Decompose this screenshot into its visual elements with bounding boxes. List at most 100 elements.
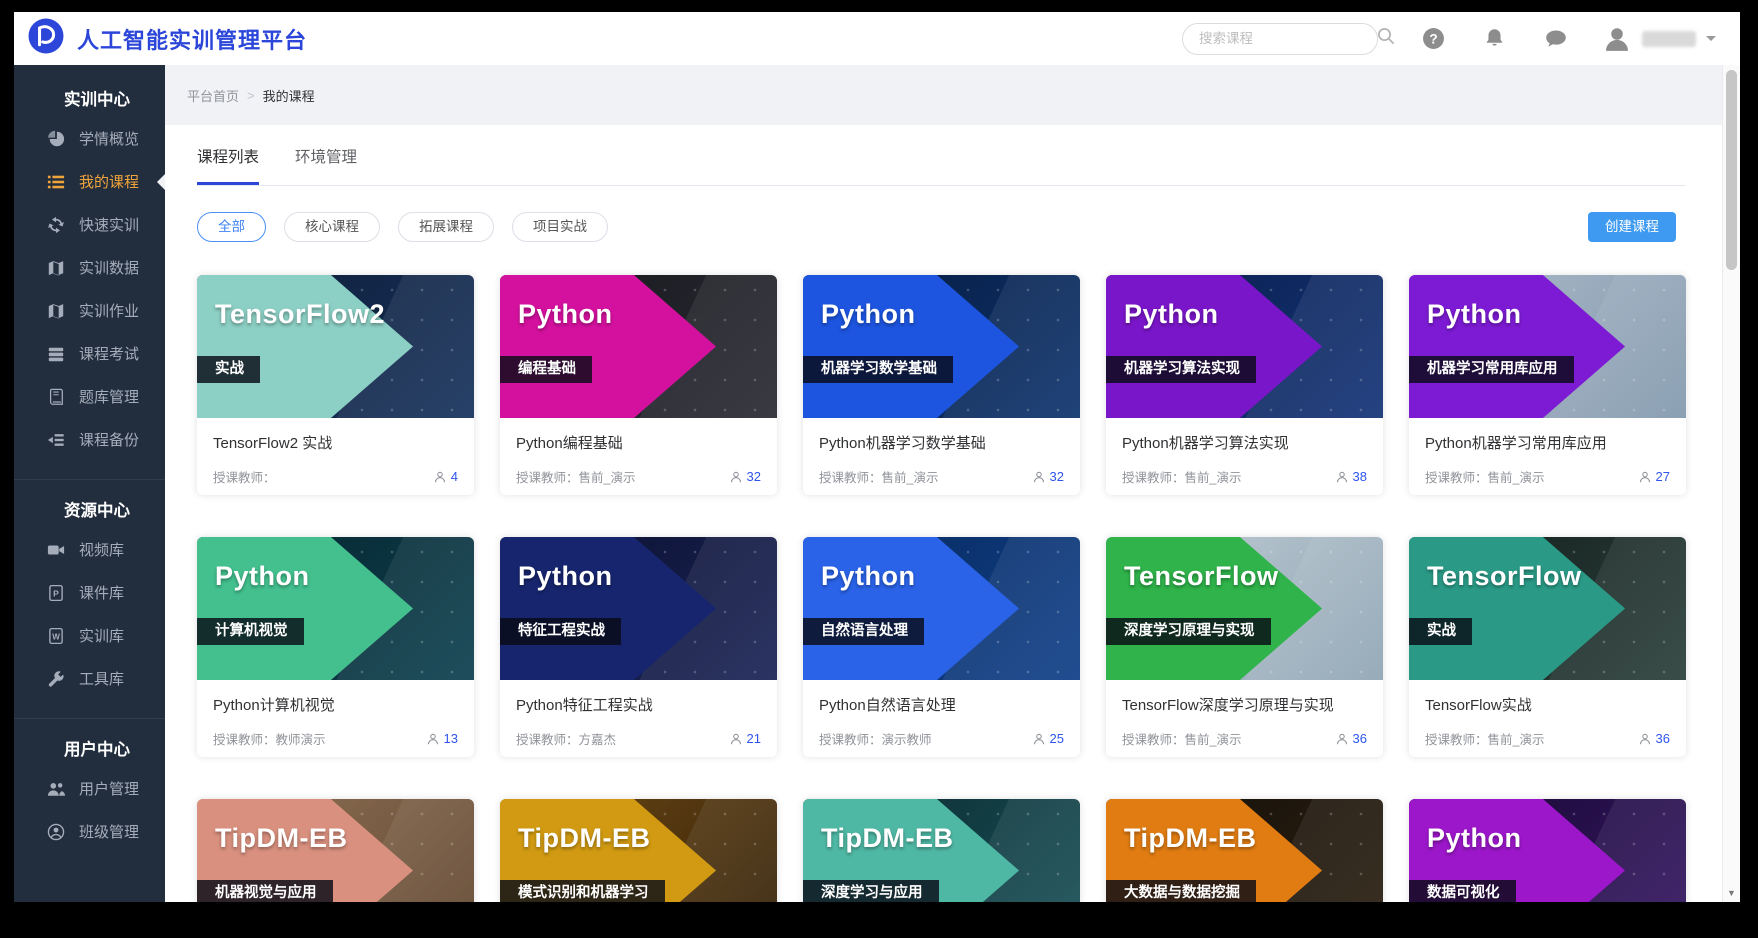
course-card[interactable]: TensorFlow2实战TensorFlow2 实战授课教师：4 [197, 275, 474, 495]
bell-icon[interactable] [1483, 27, 1506, 50]
message-icon[interactable] [1544, 27, 1568, 51]
course-info: TensorFlow2 实战授课教师：4 [197, 418, 474, 486]
sidebar-item-wrench[interactable]: 工具库 [14, 657, 165, 700]
sidebar-item-label: 视频库 [79, 539, 124, 560]
person-icon [1032, 470, 1046, 484]
person-icon [729, 732, 743, 746]
help-icon[interactable]: ? [1422, 27, 1445, 50]
course-card[interactable]: Python机器学习数学基础Python机器学习数学基础授课教师：售前_演示32 [803, 275, 1080, 495]
sidebar-item-label: 课件库 [79, 582, 124, 603]
student-count-value: 32 [747, 469, 761, 484]
student-count: 38 [1335, 469, 1367, 484]
sidebar-item-pie-chart[interactable]: 学情概览 [14, 117, 165, 160]
sidebar-section-title: 资源中心 [14, 494, 165, 528]
course-card[interactable]: TensorFlow实战TensorFlow实战授课教师：售前_演示36 [1409, 537, 1686, 757]
student-count-value: 32 [1050, 469, 1064, 484]
course-card[interactable]: TensorFlow深度学习原理与实现TensorFlow深度学习原理与实现授课… [1106, 537, 1383, 757]
course-teacher: 授课教师：售前_演示 [819, 467, 938, 486]
cover-main-text: Python [215, 561, 310, 592]
breadcrumb-separator: > [247, 88, 255, 103]
course-card[interactable]: Python编程基础Python编程基础授课教师：售前_演示32 [500, 275, 777, 495]
search-icon[interactable] [1376, 26, 1396, 51]
filter-pill[interactable]: 拓展课程 [398, 212, 494, 242]
sidebar-item-map[interactable]: 实训数据 [14, 246, 165, 289]
sidebar-item-label: 实训库 [79, 625, 124, 646]
tab-env-manage[interactable]: 环境管理 [295, 145, 357, 185]
chevron-down-icon[interactable] [1706, 36, 1716, 46]
sidebar-item-stack[interactable]: 课程考试 [14, 332, 165, 375]
sidebar-item-map[interactable]: 实训作业 [14, 289, 165, 332]
course-card[interactable]: Python机器学习常用库应用Python机器学习常用库应用授课教师：售前_演示… [1409, 275, 1686, 495]
sidebar-item-video[interactable]: 视频库 [14, 528, 165, 571]
wrench-icon [47, 670, 65, 688]
course-teacher: 授课教师：售前_演示 [1425, 467, 1544, 486]
sidebar-item-refresh[interactable]: 快速实训 [14, 203, 165, 246]
course-teacher: 授课教师：售前_演示 [1122, 729, 1241, 748]
course-title: Python机器学习算法实现 [1122, 432, 1367, 453]
cover-main-text: TensorFlow2 [215, 299, 385, 330]
student-count: 36 [1638, 731, 1670, 746]
scroll-down-button[interactable]: ▼ [1723, 886, 1740, 902]
scrollbar-thumb[interactable] [1726, 70, 1737, 270]
course-cover: TipDM-EB模式识别和机器学习 [500, 799, 777, 902]
cover-subtitle-band: 大数据与数据挖掘 [1106, 880, 1256, 902]
teacher-label: 授课教师： [1425, 471, 1488, 485]
filter-pill[interactable]: 核心课程 [284, 212, 380, 242]
course-card[interactable]: TipDM-EB模式识别和机器学习 [500, 799, 777, 902]
tab-course-list[interactable]: 课程列表 [197, 145, 259, 185]
course-info: TensorFlow实战授课教师：售前_演示36 [1409, 680, 1686, 748]
course-meta: 授课教师：售前_演示36 [1425, 729, 1670, 748]
teacher-name: 方嘉杰 [579, 733, 617, 747]
person-icon [1638, 470, 1652, 484]
filter-pill[interactable]: 全部 [197, 212, 266, 242]
student-count: 13 [426, 731, 458, 746]
course-card[interactable]: TipDM-EB大数据与数据挖掘 [1106, 799, 1383, 902]
sidebar-item-list-ordered[interactable]: 我的课程 [14, 160, 165, 203]
teacher-name: 教师演示 [276, 733, 326, 747]
teacher-label: 授课教师： [516, 733, 579, 747]
course-card[interactable]: Python机器学习算法实现Python机器学习算法实现授课教师：售前_演示38 [1106, 275, 1383, 495]
course-cover: TensorFlow深度学习原理与实现 [1106, 537, 1383, 680]
course-cover: Python机器学习算法实现 [1106, 275, 1383, 418]
course-card[interactable]: TipDM-EB机器视觉与应用 [197, 799, 474, 902]
course-card[interactable]: TipDM-EB深度学习与应用 [803, 799, 1080, 902]
course-info: Python机器学习数学基础授课教师：售前_演示32 [803, 418, 1080, 486]
course-cover: TipDM-EB机器视觉与应用 [197, 799, 474, 902]
scrollbar: ▼ [1722, 65, 1740, 902]
breadcrumb: 平台首页>我的课程 [165, 65, 1722, 125]
sidebar-item-book[interactable]: 题库管理 [14, 375, 165, 418]
course-teacher: 授课教师：教师演示 [213, 729, 326, 748]
video-icon [47, 541, 65, 559]
sidebar-item-file-p[interactable]: P课件库 [14, 571, 165, 614]
filter-row: 全部核心课程拓展课程项目实战 创建课程 [197, 212, 1686, 242]
course-info: Python特征工程实战授课教师：方嘉杰21 [500, 680, 777, 748]
teacher-name: 售前_演示 [1488, 733, 1545, 747]
breadcrumb-home[interactable]: 平台首页 [187, 86, 239, 105]
sidebar-item-user-circle[interactable]: 班级管理 [14, 810, 165, 853]
teacher-name: 售前_演示 [579, 471, 636, 485]
course-info: Python机器学习常用库应用授课教师：售前_演示27 [1409, 418, 1686, 486]
course-meta: 授课教师：教师演示 13 [213, 729, 458, 748]
course-card[interactable]: Python自然语言处理Python自然语言处理授课教师：演示教师25 [803, 537, 1080, 757]
course-info: Python机器学习算法实现授课教师：售前_演示38 [1106, 418, 1383, 486]
cover-subtitle-band: 机器学习算法实现 [1106, 356, 1256, 383]
course-card[interactable]: Python计算机视觉Python计算机视觉授课教师：教师演示13 [197, 537, 474, 757]
avatar[interactable] [1602, 24, 1632, 54]
cover-subtitle-band: 自然语言处理 [803, 618, 924, 645]
filter-pill[interactable]: 项目实战 [512, 212, 608, 242]
cover-subtitle-band: 数据可视化 [1409, 880, 1516, 902]
sidebar-item-backup[interactable]: 课程备份 [14, 418, 165, 461]
search-input[interactable] [1199, 31, 1376, 46]
create-course-button[interactable]: 创建课程 [1588, 212, 1676, 242]
course-title: Python自然语言处理 [819, 694, 1064, 715]
cover-main-text: Python [518, 561, 613, 592]
sidebar-item-users[interactable]: 用户管理 [14, 767, 165, 810]
person-icon [426, 732, 440, 746]
sidebar-item-file-w[interactable]: W实训库 [14, 614, 165, 657]
course-cover: Python机器学习数学基础 [803, 275, 1080, 418]
course-card[interactable]: Python数据可视化 [1409, 799, 1686, 902]
course-meta: 授课教师：售前_演示 32 [819, 467, 1064, 486]
sidebar-item-label: 课程备份 [79, 429, 139, 450]
course-cover: Python计算机视觉 [197, 537, 474, 680]
course-card[interactable]: Python特征工程实战Python特征工程实战授课教师：方嘉杰21 [500, 537, 777, 757]
